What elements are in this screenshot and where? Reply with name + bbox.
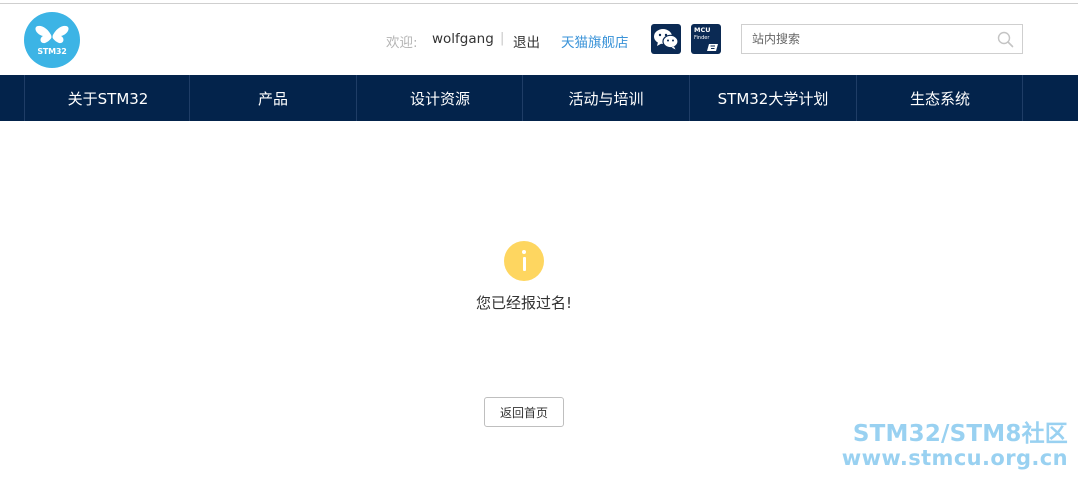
return-home-button[interactable]: 返回首页 xyxy=(484,397,564,427)
status-message: 您已经报过名! xyxy=(475,294,572,312)
info-icon-bar xyxy=(522,257,526,271)
butterfly-logo-icon xyxy=(35,25,69,44)
mcu-finder-icon[interactable]: MCU Finder xyxy=(691,24,721,54)
welcome-label: 欢迎: xyxy=(386,35,418,51)
logout-link[interactable]: 退出 xyxy=(513,31,540,51)
search-icon[interactable] xyxy=(997,31,1014,48)
nav-divider xyxy=(1022,75,1023,121)
nav-item-about-stm32[interactable]: 关于STM32 xyxy=(24,75,191,121)
site-watermark: STM32/STM8社区 www.stmcu.org.cn xyxy=(842,422,1068,470)
wechat-glyph xyxy=(654,29,679,50)
page: STM32 欢迎: wolfgang | 退出 天猫旗舰店 MCU Finder xyxy=(0,0,1078,481)
watermark-line2: www.stmcu.org.cn xyxy=(841,446,1068,470)
search-box xyxy=(741,24,1023,54)
username[interactable]: wolfgang xyxy=(432,31,494,47)
tmall-store-link[interactable]: 天猫旗舰店 xyxy=(561,31,629,51)
nav-item-ecosystem[interactable]: 生态系统 xyxy=(856,75,1023,121)
nav-item-events-training[interactable]: 活动与培训 xyxy=(522,75,689,121)
stm32-logo[interactable]: STM32 xyxy=(24,12,80,68)
logo-text: STM32 xyxy=(37,47,67,56)
info-icon xyxy=(504,241,544,281)
header-separator: | xyxy=(500,31,505,46)
nav-item-products[interactable]: 产品 xyxy=(189,75,356,121)
watermark-line1: STM32/STM8社区 xyxy=(852,421,1068,447)
mcu-finder-line2: Finder xyxy=(694,35,710,41)
wechat-icon[interactable] xyxy=(651,24,681,54)
nav-item-university-program[interactable]: STM32大学计划 xyxy=(689,75,856,121)
top-divider xyxy=(0,3,1078,4)
main-nav: 关于STM32 产品 设计资源 活动与培训 STM32大学计划 生态系统 xyxy=(0,75,1078,121)
nav-item-design-resources[interactable]: 设计资源 xyxy=(356,75,523,121)
search-input[interactable] xyxy=(742,25,992,53)
info-icon-dot xyxy=(522,250,526,254)
mcu-finder-line1: MCU xyxy=(694,26,711,34)
st-logo-icon xyxy=(707,44,718,51)
